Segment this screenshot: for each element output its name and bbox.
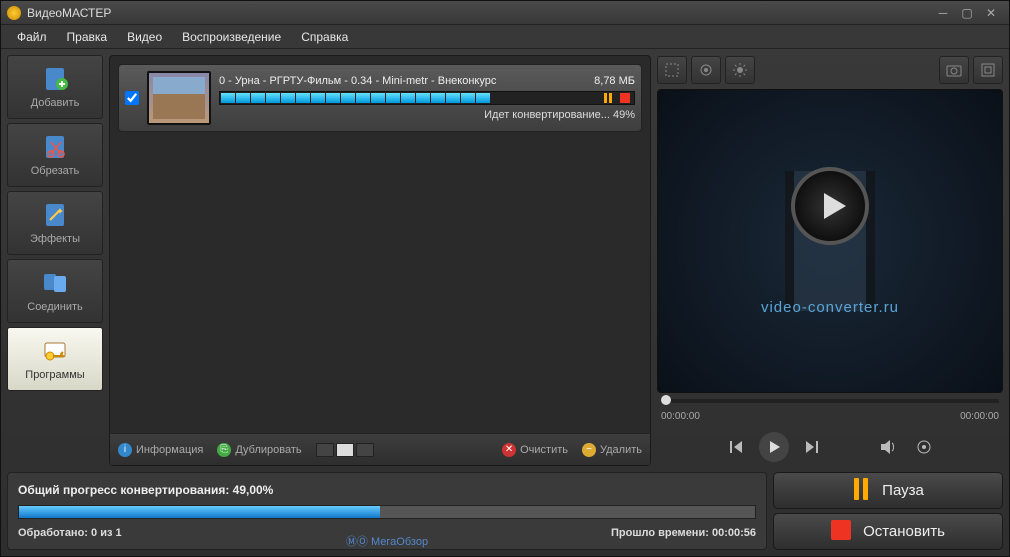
time-current: 00:00:00 (661, 411, 700, 422)
view-toggle-icon[interactable] (336, 443, 354, 457)
stop-button[interactable]: Остановить (773, 513, 1003, 550)
crop-button[interactable] (657, 56, 687, 84)
item-size: 8,78 МБ (594, 75, 635, 87)
view-grid-icon[interactable] (356, 443, 374, 457)
item-progress (219, 91, 635, 105)
time-total: 00:00:00 (960, 411, 999, 422)
preview-panel: video-converter.ru 00:00:00 00:00:00 (657, 55, 1003, 466)
titlebar: ВидеоМАСТЕР ─ ▢ ✕ (1, 1, 1009, 25)
view-list-icon[interactable] (316, 443, 334, 457)
sidebar-cut-label: Обрезать (31, 165, 80, 177)
sidebar-cut[interactable]: Обрезать (7, 123, 103, 187)
preview-url: video-converter.ru (761, 299, 899, 316)
item-stop-icon[interactable] (617, 91, 633, 105)
snapshot-button[interactable] (939, 56, 969, 84)
pause-button[interactable]: Пауза (773, 472, 1003, 509)
preview-toolbar (657, 55, 1003, 85)
sidebar: Добавить Обрезать Эффекты Соединить Прог… (7, 55, 103, 466)
watermark: ⓂⓄ МегаОбзор (346, 533, 428, 549)
processed-text: Обработано: 0 из 1 (18, 527, 122, 539)
sidebar-effects-label: Эффекты (30, 233, 80, 245)
close-button[interactable]: ✕ (979, 5, 1003, 21)
sidebar-programs-label: Программы (25, 369, 84, 381)
app-title: ВидеоМАСТЕР (27, 6, 931, 20)
prev-button[interactable] (723, 434, 749, 460)
minimize-button[interactable]: ─ (931, 5, 955, 21)
pause-icon (852, 478, 870, 504)
elapsed-text: Прошло времени: 00:00:56 (611, 527, 756, 539)
scissors-icon (41, 133, 69, 161)
settings-button[interactable] (911, 434, 937, 460)
menubar: Файл Правка Видео Воспроизведение Справк… (1, 25, 1009, 49)
app-icon (7, 6, 21, 20)
menu-edit[interactable]: Правка (57, 26, 118, 48)
menu-video[interactable]: Видео (117, 26, 172, 48)
menu-help[interactable]: Справка (291, 26, 358, 48)
sidebar-join-label: Соединить (27, 301, 83, 313)
sidebar-add-label: Добавить (31, 97, 80, 109)
video-preview[interactable]: video-converter.ru (657, 89, 1003, 393)
sidebar-add[interactable]: Добавить (7, 55, 103, 119)
wand-icon (41, 201, 69, 229)
duplicate-icon: ⎘ (217, 443, 231, 457)
sidebar-programs[interactable]: Программы (7, 327, 103, 391)
sidebar-effects[interactable]: Эффекты (7, 191, 103, 255)
key-icon (41, 337, 69, 365)
delete-icon: − (582, 443, 596, 457)
main-area: Добавить Обрезать Эффекты Соединить Прог… (1, 49, 1009, 472)
stop-icon (831, 520, 851, 544)
brightness-button[interactable] (725, 56, 755, 84)
progress-label: Общий прогресс конвертирования: 49,00% (18, 483, 756, 497)
rotate-button[interactable] (691, 56, 721, 84)
progress-panel: Общий прогресс конвертирования: 49,00% О… (7, 472, 767, 550)
player-controls (657, 428, 1003, 466)
add-icon (41, 65, 69, 93)
list-toolbar: iИнформация ⎘Дублировать ✕Очистить −Удал… (110, 433, 650, 465)
join-icon (41, 269, 69, 297)
menu-file[interactable]: Файл (7, 26, 57, 48)
item-thumbnail (147, 71, 211, 125)
play-button[interactable] (759, 432, 789, 462)
volume-button[interactable] (875, 434, 901, 460)
overall-progress (18, 505, 756, 519)
view-switch[interactable] (316, 443, 374, 457)
pause-label: Пауза (882, 482, 924, 499)
next-button[interactable] (799, 434, 825, 460)
item-pause-icon[interactable] (600, 91, 616, 105)
maximize-button[interactable]: ▢ (955, 5, 979, 21)
clear-icon: ✕ (502, 443, 516, 457)
delete-button[interactable]: −Удалить (582, 443, 642, 457)
play-big-icon (791, 167, 869, 245)
timeline-knob[interactable] (661, 395, 671, 405)
bottom-bar: Общий прогресс конвертирования: 49,00% О… (1, 472, 1009, 556)
file-list-panel: 0 - Урна - РГРТУ-Фильм - 0.34 - Mini-met… (109, 55, 651, 466)
duplicate-button[interactable]: ⎘Дублировать (217, 443, 301, 457)
sidebar-join[interactable]: Соединить (7, 259, 103, 323)
item-filename: 0 - Урна - РГРТУ-Фильм - 0.34 - Mini-met… (219, 75, 496, 87)
clear-button[interactable]: ✕Очистить (502, 443, 568, 457)
timeline-track[interactable] (661, 399, 999, 403)
item-checkbox[interactable] (125, 91, 139, 105)
info-icon: i (118, 443, 132, 457)
list-item[interactable]: 0 - Урна - РГРТУ-Фильм - 0.34 - Mini-met… (118, 64, 642, 132)
app-window: ВидеоМАСТЕР ─ ▢ ✕ Файл Правка Видео Восп… (0, 0, 1010, 557)
file-list: 0 - Урна - РГРТУ-Фильм - 0.34 - Mini-met… (110, 56, 650, 433)
progress-fill (19, 506, 380, 518)
action-buttons: Пауза Остановить (773, 472, 1003, 550)
info-button[interactable]: iИнформация (118, 443, 203, 457)
stop-label: Остановить (863, 523, 945, 540)
menu-playback[interactable]: Воспроизведение (172, 26, 291, 48)
item-info: 0 - Урна - РГРТУ-Фильм - 0.34 - Mini-met… (219, 75, 635, 121)
item-status: Идет конвертирование... 49% (219, 109, 635, 121)
timeline (657, 397, 1003, 405)
fullscreen-button[interactable] (973, 56, 1003, 84)
